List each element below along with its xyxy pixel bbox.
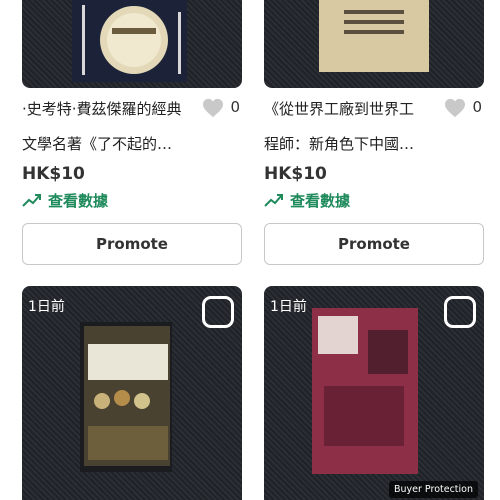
like-button[interactable]: 0 xyxy=(444,98,484,122)
heart-icon[interactable] xyxy=(202,98,224,118)
listing-photo[interactable] xyxy=(264,0,484,88)
trending-up-icon xyxy=(22,194,41,207)
listing-title[interactable]: 《從世界工廠到世界工 xyxy=(264,98,444,119)
promote-button[interactable]: Promote xyxy=(22,223,242,265)
posted-time: 1日前 xyxy=(28,299,65,315)
book-cover-image xyxy=(319,0,429,72)
book-cover-image xyxy=(72,0,187,82)
listing-photo[interactable]: 1日前 Buyer Protection xyxy=(264,286,484,500)
like-count: 0 xyxy=(230,98,240,116)
select-checkbox[interactable] xyxy=(202,296,234,328)
posted-time: 1日前 xyxy=(270,299,307,315)
view-stats-label[interactable]: 查看數據 xyxy=(48,190,108,211)
listing-price: HK$10 xyxy=(264,164,327,184)
trending-up-icon xyxy=(264,194,283,207)
like-button[interactable]: 0 xyxy=(202,98,242,122)
listing-photo[interactable] xyxy=(22,0,242,88)
buyer-protection-badge: Buyer Protection xyxy=(389,481,478,498)
listing-title-line2[interactable]: 文學名著《了不起的… xyxy=(22,133,222,154)
listing-title[interactable]: ·史考特·費茲傑羅的經典 xyxy=(22,98,202,119)
heart-icon[interactable] xyxy=(444,98,466,118)
like-count: 0 xyxy=(472,98,482,116)
view-stats-label[interactable]: 查看數據 xyxy=(290,190,350,211)
promote-button[interactable]: Promote xyxy=(264,223,484,265)
listing-title-line2[interactable]: 程師：新角色下中國… xyxy=(264,133,464,154)
select-checkbox[interactable] xyxy=(444,296,476,328)
listing-price: HK$10 xyxy=(22,164,85,184)
listing-photo[interactable]: 1日前 xyxy=(22,286,242,500)
